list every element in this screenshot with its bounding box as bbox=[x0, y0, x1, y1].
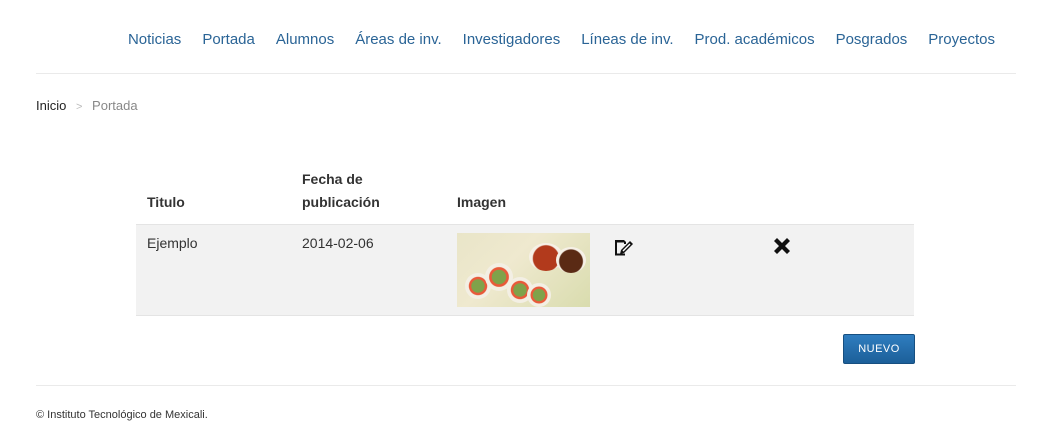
column-header-date-line2: publicación bbox=[302, 194, 380, 210]
table-header-row: Titulo Fecha de publicación Imagen bbox=[136, 160, 914, 225]
nav-item-alumnos[interactable]: Alumnos bbox=[276, 31, 334, 48]
cell-image bbox=[446, 224, 601, 316]
header-divider bbox=[36, 73, 1016, 74]
news-table: Titulo Fecha de publicación Imagen Ejemp… bbox=[136, 160, 914, 316]
breadcrumb: Inicio > Portada bbox=[36, 98, 138, 113]
nav-item-noticias[interactable]: Noticias bbox=[128, 31, 181, 48]
cell-title: Ejemplo bbox=[136, 224, 291, 316]
breadcrumb-current: Portada bbox=[92, 98, 138, 113]
column-header-title: Titulo bbox=[136, 160, 291, 225]
column-header-title-label: Titulo bbox=[147, 194, 185, 210]
food-thumbnail bbox=[457, 233, 590, 307]
nav-item-proyectos[interactable]: Proyectos bbox=[928, 31, 995, 48]
column-header-image-label: Imagen bbox=[457, 194, 507, 210]
nav-item-lineas[interactable]: Líneas de inv. bbox=[581, 31, 673, 48]
table-row: Ejemplo 2014-02-06 bbox=[136, 224, 914, 316]
column-header-delete bbox=[760, 160, 914, 225]
cell-delete bbox=[760, 224, 914, 316]
column-header-date: Fecha de publicación bbox=[291, 160, 446, 225]
column-header-image: Imagen bbox=[446, 160, 601, 225]
footer-copyright: © Instituto Tecnológico de Mexicali. bbox=[36, 409, 208, 421]
cell-edit bbox=[601, 224, 760, 316]
delete-icon[interactable] bbox=[771, 235, 793, 257]
nav-item-posgrados[interactable]: Posgrados bbox=[836, 31, 908, 48]
edit-icon[interactable] bbox=[612, 235, 634, 257]
breadcrumb-separator: > bbox=[75, 101, 83, 113]
main-nav: Noticias Portada Alumnos Áreas de inv. I… bbox=[107, 29, 995, 49]
footer-divider bbox=[36, 385, 1016, 386]
nav-item-prod-academicos[interactable]: Prod. académicos bbox=[695, 31, 815, 48]
nav-item-investigadores[interactable]: Investigadores bbox=[463, 31, 561, 48]
nav-item-areas[interactable]: Áreas de inv. bbox=[355, 31, 441, 48]
news-table-wrapper: Titulo Fecha de publicación Imagen Ejemp… bbox=[136, 160, 914, 316]
breadcrumb-home[interactable]: Inicio bbox=[36, 98, 66, 113]
new-button[interactable]: NUEVO bbox=[843, 334, 915, 364]
column-header-edit bbox=[601, 160, 760, 225]
column-header-date-line1: Fecha de bbox=[302, 171, 363, 187]
nav-item-portada[interactable]: Portada bbox=[202, 31, 255, 48]
cell-date: 2014-02-06 bbox=[291, 224, 446, 316]
